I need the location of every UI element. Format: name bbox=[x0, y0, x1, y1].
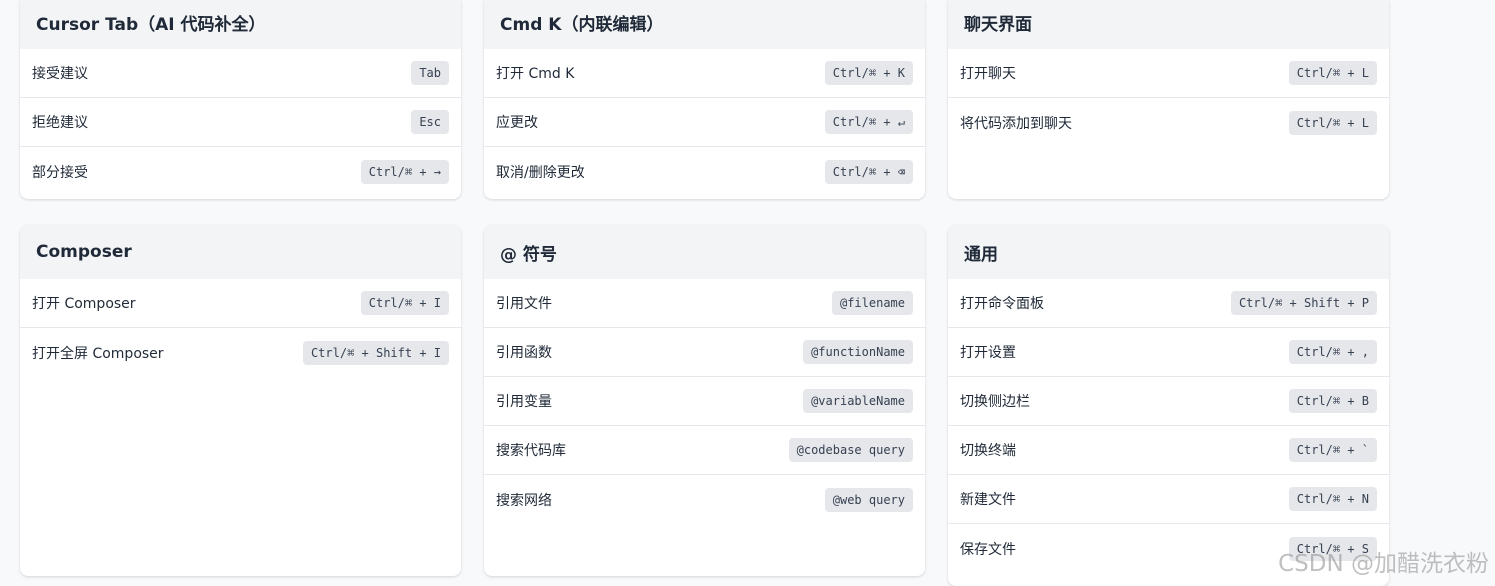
shortcut-label: 引用变量 bbox=[496, 394, 552, 410]
shortcut-key: Ctrl/⌘ + I bbox=[360, 291, 449, 315]
shortcut-row: 切换侧边栏 Ctrl/⌘ + B bbox=[948, 377, 1389, 426]
shortcut-label: 搜索代码库 bbox=[496, 443, 566, 459]
shortcut-row: 引用函数 @functionName bbox=[484, 328, 925, 377]
shortcut-row: 搜索网络 @web query bbox=[484, 475, 925, 524]
shortcut-row: 将代码添加到聊天 Ctrl/⌘ + L bbox=[948, 98, 1389, 147]
shortcut-row: 打开聊天 Ctrl/⌘ + L bbox=[948, 49, 1389, 98]
card-title: 通用 bbox=[964, 244, 998, 265]
shortcut-key: Ctrl/⌘ + ⌫ bbox=[824, 159, 913, 184]
card-at-symbols: @ 符号 引用文件 @filename 引用函数 @functionName 引… bbox=[484, 225, 925, 576]
shortcut-row: 拒绝建议 Esc bbox=[20, 98, 461, 147]
shortcut-row: 打开 Composer Ctrl/⌘ + I bbox=[20, 279, 461, 328]
shortcut-label: 打开 Cmd K bbox=[496, 66, 575, 82]
card-chat: 聊天界面 打开聊天 Ctrl/⌘ + L 将代码添加到聊天 Ctrl/⌘ + L bbox=[948, 0, 1389, 199]
shortcut-key: Ctrl/⌘ + K bbox=[824, 61, 913, 85]
card-title: Cmd K（内联编辑） bbox=[500, 14, 664, 35]
shortcut-label: 取消/删除更改 bbox=[496, 164, 585, 181]
card-header: 聊天界面 bbox=[948, 0, 1389, 49]
shortcut-key: Ctrl/⌘ + Shift + I bbox=[302, 340, 449, 365]
shortcut-label: 切换侧边栏 bbox=[960, 394, 1030, 410]
shortcut-label: 拒绝建议 bbox=[32, 115, 88, 131]
shortcut-key: @functionName bbox=[803, 340, 913, 364]
shortcut-row: 部分接受 Ctrl/⌘ + → bbox=[20, 147, 461, 196]
shortcut-key: Ctrl/⌘ + L bbox=[1288, 61, 1377, 85]
watermark: CSDN @加醋洗衣粉 bbox=[1278, 551, 1489, 577]
shortcut-key: @web query bbox=[824, 487, 913, 512]
shortcut-label: 引用文件 bbox=[496, 296, 552, 312]
shortcut-label: 搜索网络 bbox=[496, 492, 552, 509]
shortcut-label: 打开命令面板 bbox=[960, 296, 1044, 312]
card-header: 通用 bbox=[948, 225, 1389, 279]
shortcut-key: Ctrl/⌘ + N bbox=[1288, 487, 1377, 511]
shortcut-key: Ctrl/⌘ + B bbox=[1288, 389, 1377, 413]
card-header: Cmd K（内联编辑） bbox=[484, 0, 925, 49]
shortcut-label: 部分接受 bbox=[32, 164, 88, 181]
shortcut-row: 新建文件 Ctrl/⌘ + N bbox=[948, 475, 1389, 524]
shortcut-key: Ctrl/⌘ + , bbox=[1288, 340, 1377, 364]
shortcut-row: 取消/删除更改 Ctrl/⌘ + ⌫ bbox=[484, 147, 925, 196]
shortcut-row: 搜索代码库 @codebase query bbox=[484, 426, 925, 475]
shortcut-key: Tab bbox=[411, 61, 449, 85]
card-header: Cursor Tab（AI 代码补全） bbox=[20, 0, 461, 49]
shortcut-key: Ctrl/⌘ + ↵ bbox=[824, 110, 913, 134]
shortcut-label: 切换终端 bbox=[960, 443, 1016, 459]
shortcut-row: 打开全屏 Composer Ctrl/⌘ + Shift + I bbox=[20, 328, 461, 377]
shortcut-key: Ctrl/⌘ + ` bbox=[1288, 438, 1377, 462]
card-header: @ 符号 bbox=[484, 225, 925, 279]
shortcut-label: 引用函数 bbox=[496, 345, 552, 361]
card-cmd-k: Cmd K（内联编辑） 打开 Cmd K Ctrl/⌘ + K 应更改 Ctrl… bbox=[484, 0, 925, 199]
shortcut-label: 应更改 bbox=[496, 115, 538, 131]
card-title: @ 符号 bbox=[500, 244, 557, 265]
shortcut-label: 打开设置 bbox=[960, 345, 1016, 361]
card-title: 聊天界面 bbox=[964, 14, 1032, 35]
shortcut-label: 打开全屏 Composer bbox=[32, 345, 164, 362]
shortcut-key: @codebase query bbox=[788, 438, 913, 462]
shortcut-row: 接受建议 Tab bbox=[20, 49, 461, 98]
shortcut-row: 打开 Cmd K Ctrl/⌘ + K bbox=[484, 49, 925, 98]
shortcut-key: @filename bbox=[831, 291, 913, 315]
card-title: Composer bbox=[36, 242, 132, 262]
shortcut-row: 引用变量 @variableName bbox=[484, 377, 925, 426]
shortcut-label: 接受建议 bbox=[32, 66, 88, 82]
card-composer: Composer 打开 Composer Ctrl/⌘ + I 打开全屏 Com… bbox=[20, 225, 461, 576]
shortcut-label: 将代码添加到聊天 bbox=[960, 115, 1072, 132]
shortcut-row: 打开设置 Ctrl/⌘ + , bbox=[948, 328, 1389, 377]
shortcut-row: 切换终端 Ctrl/⌘ + ` bbox=[948, 426, 1389, 475]
shortcut-key: Ctrl/⌘ + → bbox=[360, 159, 449, 184]
shortcut-label: 保存文件 bbox=[960, 541, 1016, 558]
shortcut-label: 打开 Composer bbox=[32, 296, 136, 312]
card-general: 通用 打开命令面板 Ctrl/⌘ + Shift + P 打开设置 Ctrl/⌘… bbox=[948, 225, 1389, 586]
shortcut-row: 引用文件 @filename bbox=[484, 279, 925, 328]
shortcut-row: 打开命令面板 Ctrl/⌘ + Shift + P bbox=[948, 279, 1389, 328]
shortcut-key: Ctrl/⌘ + L bbox=[1288, 110, 1377, 135]
shortcut-key: Ctrl/⌘ + Shift + P bbox=[1230, 291, 1377, 315]
shortcut-key: Esc bbox=[411, 110, 449, 134]
shortcut-row: 应更改 Ctrl/⌘ + ↵ bbox=[484, 98, 925, 147]
card-cursor-tab: Cursor Tab（AI 代码补全） 接受建议 Tab 拒绝建议 Esc 部分… bbox=[20, 0, 461, 199]
card-title: Cursor Tab（AI 代码补全） bbox=[36, 14, 266, 35]
card-header: Composer bbox=[20, 225, 461, 279]
shortcut-key: @variableName bbox=[803, 389, 913, 413]
shortcut-label: 打开聊天 bbox=[960, 66, 1016, 82]
shortcut-label: 新建文件 bbox=[960, 492, 1016, 508]
